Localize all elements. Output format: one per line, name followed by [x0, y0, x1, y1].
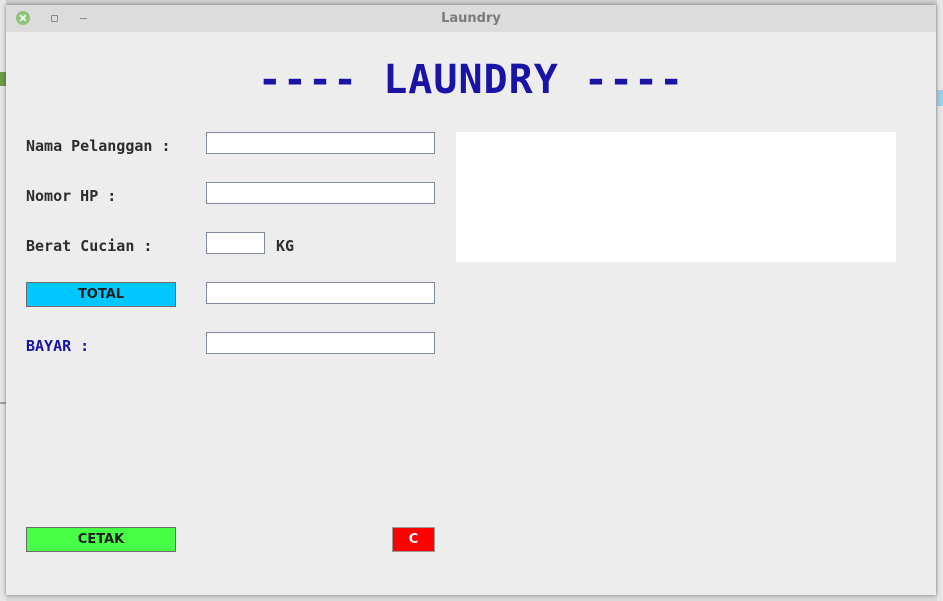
kg-unit-label: KG: [276, 237, 295, 255]
clear-button[interactable]: C: [392, 527, 435, 552]
window-title: Laundry: [441, 11, 501, 26]
total-button[interactable]: TOTAL: [26, 282, 176, 307]
page-heading: ---- LAUNDRY ----: [257, 57, 685, 103]
background-app-right-edge: [937, 0, 943, 601]
background-marker: [937, 90, 943, 106]
nomor-hp-input[interactable]: [206, 182, 435, 204]
cetak-button[interactable]: CETAK: [26, 527, 176, 552]
bayar-label: BAYAR :: [26, 337, 90, 355]
laundry-window: Laundry ---- LAUNDRY ---- Nama Pelanggan…: [6, 5, 936, 595]
berat-cucian-label: Berat Cucian :: [26, 237, 153, 255]
berat-cucian-input[interactable]: [206, 232, 265, 254]
title-bar[interactable]: Laundry: [6, 5, 936, 32]
bayar-input[interactable]: [206, 332, 435, 354]
total-output-field[interactable]: [206, 282, 435, 304]
nomor-hp-label: Nomor HP :: [26, 187, 117, 205]
nama-pelanggan-input[interactable]: [206, 132, 435, 154]
receipt-output-area[interactable]: [456, 132, 896, 262]
nama-pelanggan-label: Nama Pelanggan :: [26, 137, 171, 155]
